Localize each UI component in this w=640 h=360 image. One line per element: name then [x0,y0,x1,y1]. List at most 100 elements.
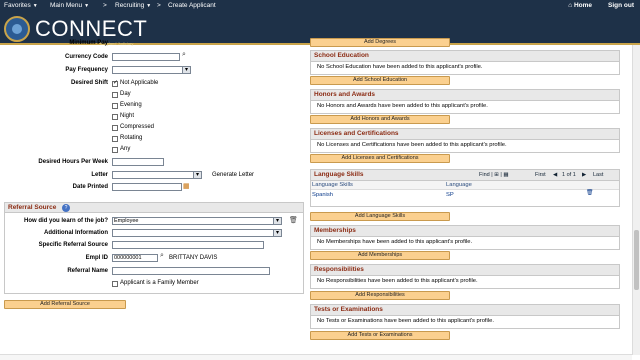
download-icon[interactable]: ▦ [503,172,508,178]
currency-code-label: Currency Code [64,54,108,60]
how-learn-value: Employee [114,218,139,224]
how-learn-label: How did you learn of the job? [24,218,108,224]
page-info: 1 of 1 [562,172,576,178]
empl-id-input[interactable]: 000000001 [112,254,158,262]
shift-any-checkbox[interactable] [112,147,118,153]
responsibilities-message: No Responsibilities have been added to t… [317,278,478,284]
empl-id-label: Empl ID [85,255,108,261]
date-printed-input[interactable] [112,183,182,191]
next-icon[interactable]: ▶ [582,172,586,178]
referral-source-header: Referral Source ? [5,203,303,213]
main-menu-label: Main Menu [50,2,83,9]
add-responsibilities-button[interactable]: Add Responsibilities [310,291,450,300]
delete-row-trash-icon[interactable]: 🗑 [586,190,593,196]
language-skill-cell[interactable]: Spanish [312,192,333,198]
shift-night-checkbox[interactable] [112,114,118,120]
previous-icon[interactable]: ◀ [553,172,557,178]
shift-label: Not Applicable [120,80,159,86]
memberships-message: No Memberships have been added to this a… [317,239,473,245]
main-menu[interactable]: Main Menu ▼ [50,2,89,9]
desired-shift-label: Desired Shift [70,80,108,86]
honors-awards-message: No Honors and Awards have been added to … [317,103,488,109]
lookup-icon[interactable]: ⌕ [182,51,186,59]
last-link[interactable]: Last [593,172,603,178]
vertical-scrollbar[interactable] [632,45,640,355]
family-member-label: Applicant is a Family Member [120,280,199,286]
find-label: Find [479,172,490,178]
letter-label: Letter [91,172,108,178]
recruiting-label: Recruiting [115,2,145,9]
help-icon[interactable]: ? [62,204,70,212]
language-code-cell: SP [446,192,454,198]
school-education-title: School Education [311,51,619,62]
add-degrees-button[interactable]: Add Degrees [310,38,450,47]
sign-out-link[interactable]: Sign out [608,2,634,9]
currency-code-input[interactable] [112,53,180,61]
shift-rotating-checkbox[interactable] [112,136,118,142]
shift-day-checkbox[interactable] [112,92,118,98]
language-skills-header: Language Skills Find | ⊞ | ▦ First ◀ 1 o… [311,170,619,181]
add-licenses-button[interactable]: Add Licenses and Certifications [310,154,450,163]
first-link[interactable]: First [535,172,546,178]
pay-frequency-label: Pay Frequency [65,67,108,73]
breadcrumb-separator: > [157,2,161,9]
family-member-checkbox[interactable] [112,281,118,287]
shift-label: Evening [120,102,142,108]
add-memberships-button[interactable]: Add Memberships [310,251,450,260]
add-school-education-button[interactable]: Add School Education [310,76,450,85]
col-language[interactable]: Language [446,182,472,188]
chevron-down-icon: ▼ [146,3,152,9]
table-row: Spanish SP 🗑 [311,190,619,200]
shift-label: Day [120,91,131,97]
shift-evening-checkbox[interactable] [112,103,118,109]
memberships-section: Memberships No Memberships have been add… [310,225,620,250]
lookup-icon[interactable]: ⌕ [160,252,164,260]
breadcrumb-create-applicant[interactable]: Create Applicant [168,2,216,9]
add-tests-examinations-button[interactable]: Add Tests or Examinations [310,331,450,340]
language-skills-title: Language Skills [314,171,364,178]
licenses-section: Licenses and Certifications No Licenses … [310,128,620,153]
referral-source-title: Referral Source [8,204,57,211]
desired-hours-input[interactable] [112,158,164,166]
add-language-skills-button[interactable]: Add Language Skills [310,212,450,221]
calendar-icon[interactable]: ▦ [183,182,190,190]
home-link[interactable]: ⌂ Home [568,2,592,9]
letter-select[interactable] [112,171,202,179]
delete-trash-icon[interactable]: 🗑 [289,216,298,224]
shift-compressed-checkbox[interactable] [112,125,118,131]
top-nav-bar: Favorites ▼ Main Menu ▼ > Recruiting ▼ > Cr… [0,0,640,11]
recruiting-menu[interactable]: Recruiting ▼ [115,2,151,9]
additional-info-label: Additional Information [44,230,108,236]
employee-name: BRITTANY DAVIS [169,255,218,261]
col-language-skills[interactable]: Language Skills [312,182,353,188]
divider: | [500,172,502,178]
memberships-title: Memberships [311,226,619,237]
how-learn-select[interactable]: Employee [112,217,282,225]
shift-label: Rotating [120,135,143,141]
judiciary-logo [4,16,30,42]
chevron-down-icon: ▼ [84,3,90,9]
referral-name-input[interactable] [112,267,270,275]
chevron-down-icon: ▼ [32,3,38,9]
add-referral-source-button[interactable]: Add Referral Source [4,300,126,309]
specific-source-input[interactable] [112,241,264,249]
empl-id-value: 000000001 [114,255,142,261]
view-all-icon[interactable]: ⊞ [494,172,499,178]
shift-label: Night [120,113,135,119]
generate-letter-link[interactable]: Generate Letter [212,172,254,178]
pay-frequency-select[interactable] [112,66,191,74]
school-education-message: No School Education have been added to t… [317,64,483,70]
find-link[interactable]: Find | ⊞ | ▦ [479,172,509,178]
responsibilities-title: Responsibilities [311,265,619,276]
add-honors-awards-button[interactable]: Add Honors and Awards [310,115,450,124]
tests-examinations-message: No Tests or Examinations have been added… [317,318,494,324]
tests-examinations-section: Tests or Examinations No Tests or Examin… [310,304,620,329]
home-icon: ⌂ [568,2,573,9]
desired-hours-label: Desired Hours Per Week [38,159,108,165]
responsibilities-section: Responsibilities No Responsibilities hav… [310,264,620,289]
licenses-title: Licenses and Certifications [311,129,619,140]
additional-info-select[interactable] [112,229,282,237]
scrollbar-thumb[interactable] [634,230,639,290]
shift-not-applicable-checkbox[interactable] [112,79,118,87]
favorites-menu[interactable]: Favorites ▼ [4,2,38,9]
